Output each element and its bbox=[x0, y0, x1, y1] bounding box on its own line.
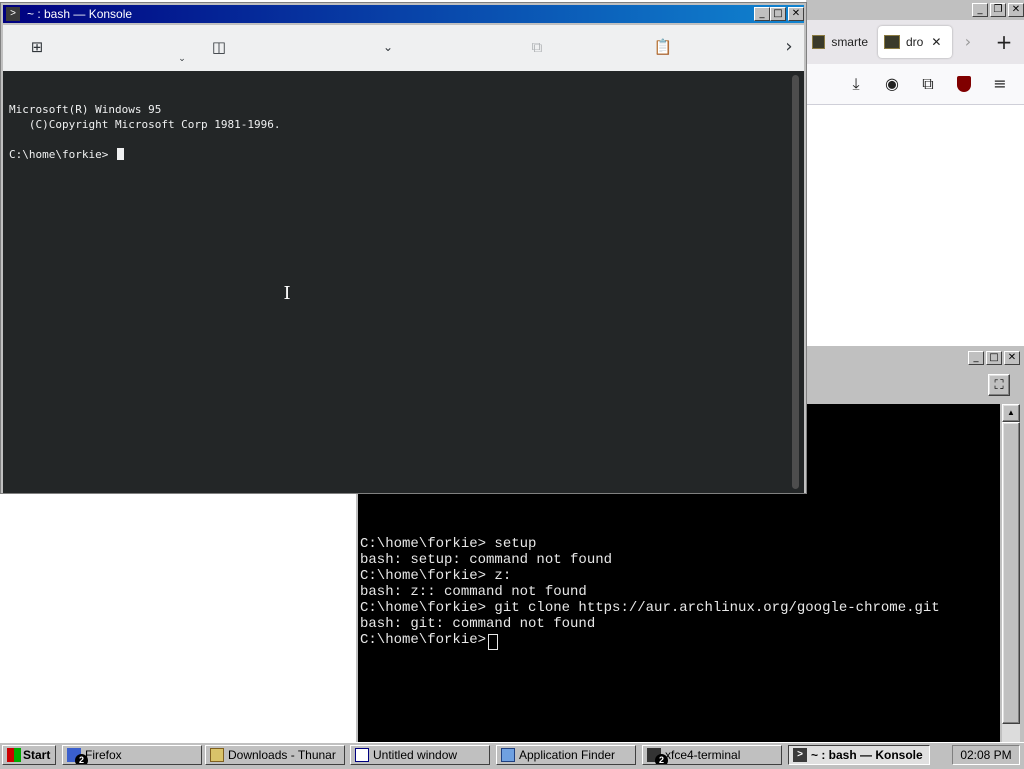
terminal-cursor bbox=[488, 634, 498, 650]
firefox-titlebar: _ ❐ ✕ bbox=[806, 0, 1024, 21]
window-count-badge: 2 bbox=[655, 754, 668, 764]
favicon-icon bbox=[884, 35, 900, 49]
firefox-tab-bar: smarte dro ✕ › + bbox=[806, 20, 1024, 64]
terminal-line: C:\home\forkie> git clone https://aur.ar… bbox=[360, 600, 940, 616]
taskbar: Start 2 Firefox Downloads - Thunar Untit… bbox=[0, 742, 1024, 769]
close-tab-icon[interactable]: ✕ bbox=[931, 35, 941, 49]
minimize-button[interactable]: _ bbox=[972, 3, 988, 17]
close-button[interactable]: ✕ bbox=[1008, 3, 1024, 17]
taskbar-item-thunar[interactable]: Downloads - Thunar bbox=[205, 745, 345, 765]
window-count-badge: 2 bbox=[75, 754, 88, 764]
prompt-text: C:\home\forkie> bbox=[9, 148, 115, 161]
konsole-titlebar[interactable]: > ~ : bash — Konsole _ □ ✕ bbox=[3, 5, 804, 23]
minimize-button[interactable]: _ bbox=[754, 7, 770, 21]
taskbar-item-label: xfce4-terminal bbox=[665, 748, 741, 762]
extensions-icon[interactable]: ⧉ bbox=[918, 74, 938, 94]
favicon-icon bbox=[812, 35, 826, 49]
ublock-icon[interactable] bbox=[954, 74, 974, 94]
tab-dro[interactable]: dro ✕ bbox=[878, 26, 952, 58]
folder-icon bbox=[210, 748, 224, 762]
taskbar-item-konsole[interactable]: > ~ : bash — Konsole bbox=[788, 745, 930, 765]
taskbar-item-label: Application Finder bbox=[519, 748, 616, 762]
konsole-scrollbar[interactable] bbox=[788, 71, 804, 493]
konsole-window: > ~ : bash — Konsole _ □ ✕ ⊞ ⌄ ◫ ⌄ ⧉ 📋 ›… bbox=[0, 2, 807, 494]
maximize-button[interactable]: □ bbox=[986, 351, 1002, 365]
download-icon[interactable]: ⤓ bbox=[846, 74, 866, 94]
chevron-right-icon[interactable]: › bbox=[779, 37, 799, 57]
tab-label: smarte bbox=[831, 35, 868, 49]
account-icon[interactable]: ◉ bbox=[882, 74, 902, 94]
taskbar-item-label: Downloads - Thunar bbox=[228, 748, 336, 762]
tab-smarte[interactable]: smarte bbox=[806, 26, 874, 58]
scrollbar-thumb[interactable] bbox=[792, 75, 799, 489]
firefox-nav-bar: ⤓ ◉ ⧉ ≡ bbox=[806, 64, 1024, 105]
terminal-line: Microsoft(R) Windows 95 bbox=[9, 103, 162, 116]
windows-logo-icon bbox=[7, 748, 21, 762]
terminal-app-icon[interactable]: > bbox=[6, 7, 20, 21]
terminal-prompt: C:\home\forkie> bbox=[360, 632, 495, 648]
app-finder-icon bbox=[501, 748, 515, 762]
taskbar-item-label: Firefox bbox=[85, 748, 122, 762]
scrollbar-thumb[interactable] bbox=[1002, 422, 1020, 724]
restore-button[interactable]: ❐ bbox=[990, 3, 1006, 17]
terminal-line: bash: git: command not found bbox=[360, 616, 596, 632]
terminal-prompt: C:\home\forkie> bbox=[9, 147, 124, 162]
window-icon bbox=[355, 748, 369, 762]
tab-scroll-right-icon[interactable]: › bbox=[958, 32, 978, 52]
taskbar-item-untitled-window[interactable]: Untitled window bbox=[350, 745, 490, 765]
split-view-icon[interactable]: ◫ bbox=[209, 37, 229, 57]
tab-label: dro bbox=[906, 35, 924, 49]
terminal-line: (C)Copyright Microsoft Corp 1981-1996. bbox=[9, 118, 281, 131]
paste-icon[interactable]: 📋 bbox=[653, 37, 673, 57]
firefox-window: _ ❐ ✕ smarte dro ✕ › + ⤓ ◉ ⧉ ≡ bbox=[806, 0, 1024, 350]
taskbar-item-firefox[interactable]: 2 Firefox bbox=[62, 745, 202, 765]
copy-icon: ⧉ bbox=[531, 38, 543, 56]
terminal-scrollbar[interactable]: ▲ bbox=[1002, 404, 1020, 742]
close-button[interactable]: ✕ bbox=[1004, 351, 1020, 365]
terminal-line: bash: z:: command not found bbox=[360, 584, 587, 600]
terminal-line: C:\home\forkie> setup bbox=[360, 536, 537, 552]
taskbar-item-application-finder[interactable]: Application Finder bbox=[496, 745, 636, 765]
taskbar-item-xfce4-terminal[interactable]: 2 xfce4-terminal bbox=[642, 745, 782, 765]
clock-time: 02:08 PM bbox=[960, 748, 1012, 762]
taskbar-item-label: ~ : bash — Konsole bbox=[811, 748, 923, 762]
text-cursor-icon: I bbox=[283, 283, 291, 304]
terminal-line: bash: setup: command not found bbox=[360, 552, 613, 568]
scroll-up-icon[interactable]: ▲ bbox=[1002, 404, 1020, 422]
window-title: ~ : bash — Konsole bbox=[27, 7, 133, 21]
terminal-cursor bbox=[116, 148, 124, 160]
minimize-button[interactable]: _ bbox=[968, 351, 984, 365]
menu-icon[interactable]: ≡ bbox=[990, 74, 1010, 94]
terminal-line: C:\home\forkie> z: bbox=[360, 568, 512, 584]
close-button[interactable]: ✕ bbox=[788, 7, 804, 21]
konsole-toolbar: ⊞ ⌄ ◫ ⌄ ⧉ 📋 › bbox=[3, 25, 804, 71]
dropdown-arrow-icon[interactable]: ⌄ bbox=[177, 49, 187, 69]
konsole-terminal[interactable]: Microsoft(R) Windows 95 (C)Copyright Mic… bbox=[3, 71, 788, 493]
system-clock[interactable]: 02:08 PM bbox=[952, 745, 1020, 765]
taskbar-item-label: Untitled window bbox=[373, 748, 458, 762]
konsole-icon: > bbox=[793, 748, 807, 762]
maximize-button[interactable]: □ bbox=[770, 7, 786, 21]
start-label: Start bbox=[23, 748, 51, 762]
new-tab-icon[interactable]: + bbox=[994, 32, 1014, 52]
start-button[interactable]: Start bbox=[2, 745, 56, 765]
new-tab-icon[interactable]: ⊞ bbox=[27, 37, 47, 57]
fullscreen-icon[interactable]: ⛶ bbox=[988, 374, 1010, 396]
chevron-down-icon[interactable]: ⌄ bbox=[378, 37, 398, 57]
